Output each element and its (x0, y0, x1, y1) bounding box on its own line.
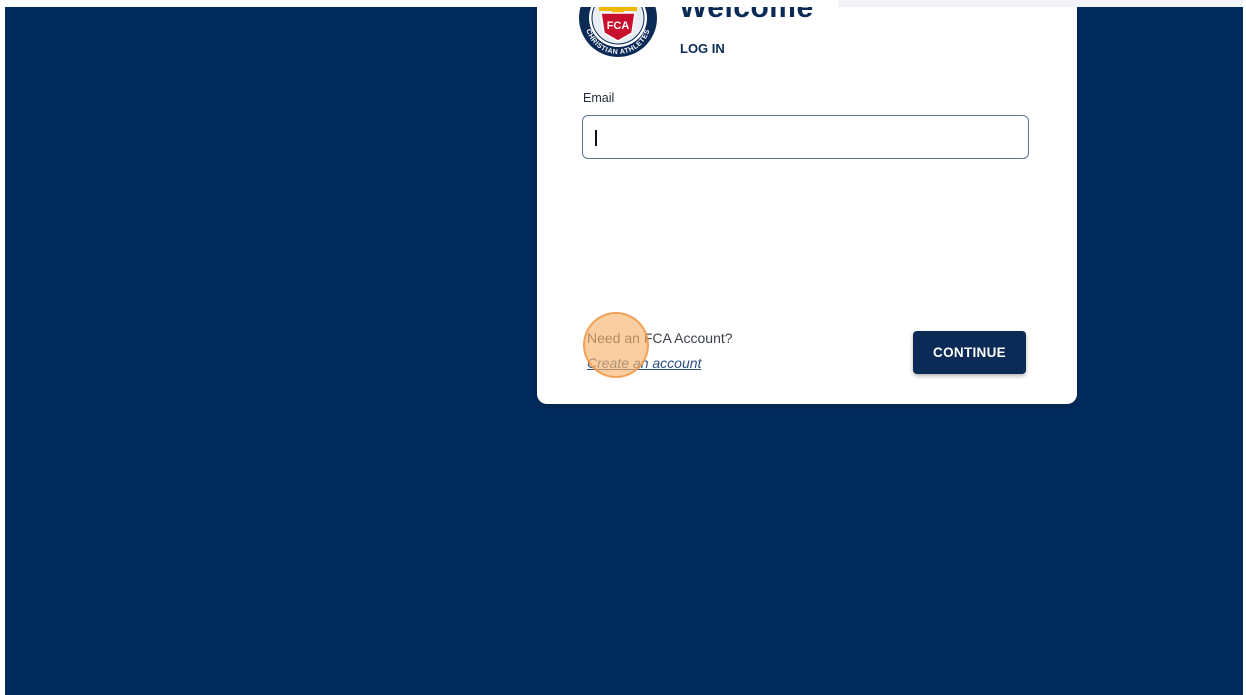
page-title: Welcome (679, 7, 814, 24)
page-background: FCA CHRISTIAN ATHLETES Welcome LOG IN Em… (5, 7, 1243, 695)
email-field[interactable] (582, 115, 1029, 159)
top-tint (838, 0, 1243, 7)
continue-button[interactable]: CONTINUE (913, 331, 1026, 374)
need-account-text: Need an FCA Account? (587, 330, 733, 346)
text-caret (595, 130, 597, 146)
login-card: FCA CHRISTIAN ATHLETES Welcome LOG IN Em… (537, 7, 1077, 404)
create-account-link[interactable]: Create an account (587, 355, 701, 371)
fca-logo: FCA CHRISTIAN ATHLETES (579, 7, 657, 57)
login-subtitle: LOG IN (680, 41, 725, 56)
logo-monogram: FCA (607, 20, 630, 32)
email-label: Email (583, 91, 615, 105)
